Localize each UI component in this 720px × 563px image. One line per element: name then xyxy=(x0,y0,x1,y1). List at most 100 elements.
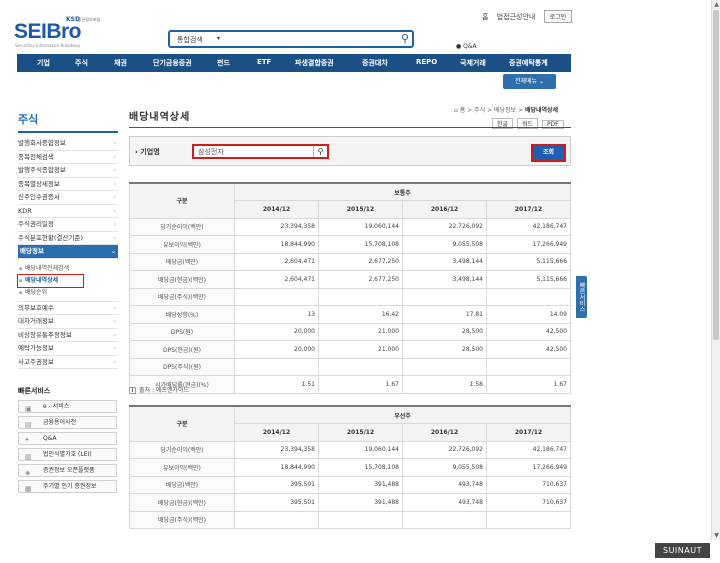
gnb-item-etf[interactable]: ETF xyxy=(257,58,271,66)
lnb-item-label: 비상장유통추정정보 xyxy=(18,330,72,339)
year-header: 2014/12 xyxy=(234,423,319,442)
accessibility-link[interactable]: 법접근성안내 xyxy=(497,13,536,21)
table-cell: 16.42 xyxy=(318,305,403,324)
row-label: DPS(주식)(원) xyxy=(129,357,235,376)
lnb-item-dividend[interactable]: 배당정보 ⌄ xyxy=(18,245,118,259)
lnb-item[interactable]: 발행회사종합정보 › xyxy=(18,137,118,151)
scrollbar-thumb[interactable] xyxy=(713,10,719,340)
table-cell xyxy=(486,357,571,376)
lnb-item[interactable]: 예탁가능정보 › xyxy=(18,342,118,356)
lnb-subitem[interactable]: 배당순위 xyxy=(18,287,118,299)
table-cell: 13 xyxy=(234,305,319,324)
row-label: 유보이익(백만) xyxy=(129,235,235,254)
gnb-item-lending[interactable]: 증권대차 xyxy=(362,58,388,68)
home-icon[interactable]: ⌂ xyxy=(454,107,458,114)
all-menu-button[interactable]: 전체메뉴 ⌄ xyxy=(503,74,556,89)
scroll-up-icon[interactable]: ▲ xyxy=(712,0,720,9)
chevron-right-icon: › xyxy=(113,140,116,147)
lnb-item[interactable]: 종목전체검색 › xyxy=(18,151,118,164)
gnb-item-statistics[interactable]: 증권예탁통계 xyxy=(509,58,548,68)
quick-popular-button[interactable]: ▦ 주기별 인기 증권정보 xyxy=(18,480,117,493)
chevron-down-icon[interactable]: ▾ xyxy=(217,35,220,42)
table-cell: 20,000 xyxy=(234,322,319,341)
breadcrumb-home[interactable]: 홈 xyxy=(460,107,466,114)
table-cell: 19,060,144 xyxy=(318,217,403,236)
table-cell xyxy=(402,287,487,306)
table-row: 당기순이익(백만) 23,394,358 19,060,144 22,726,092 4… xyxy=(129,440,571,459)
table-cell: 2,677,250 xyxy=(318,270,403,289)
breadcrumb-dividend[interactable]: 배당정보 xyxy=(494,107,516,114)
quick-glossary-button[interactable]: ▤ 금융용어사전 xyxy=(18,416,117,429)
year-header: 2016/12 xyxy=(402,423,487,442)
quick-eservice-button[interactable]: ▣ e - 서비스 xyxy=(18,400,117,413)
quick-service-side-tab[interactable]: 빠른서비스 xyxy=(576,276,587,318)
table-cell xyxy=(402,510,487,529)
year-header: 2017/12 xyxy=(486,423,571,442)
table-cell: 14.09 xyxy=(486,305,571,324)
table-cell: 42,500 xyxy=(486,340,571,359)
quick-lei-button[interactable]: ▥ 법인식별기호 (LEI) xyxy=(18,448,117,461)
chevron-right-icon: › xyxy=(113,180,116,188)
lnb-item[interactable]: KDR › xyxy=(18,205,118,218)
quick-qna-button[interactable]: ❝ Q&A xyxy=(18,432,117,445)
table-cell xyxy=(234,510,319,529)
search-icon[interactable]: ⚲ xyxy=(401,32,409,45)
company-search-box: › 기업명 삼성전자 ⚲ 조회 xyxy=(129,136,571,166)
home-link[interactable]: 홈 xyxy=(482,13,488,21)
gnb-item-bond[interactable]: 채권 xyxy=(114,58,127,68)
lnb-item[interactable]: 종목별상세정보 › xyxy=(18,178,118,191)
seibro-logo[interactable]: SEIBro KSD 증권정보포털 Securities Information… xyxy=(14,14,104,48)
quick-label: 주기별 인기 증권정보 xyxy=(43,483,97,490)
lnb-subitem[interactable]: 배당내역전체검색 xyxy=(18,263,118,275)
company-name-input[interactable]: 삼성전자 ⚲ xyxy=(192,144,329,159)
qna-link[interactable]: ● Q&A xyxy=(456,43,477,50)
search-category[interactable]: 통합검색 xyxy=(177,35,203,45)
table-cell: 20,000 xyxy=(234,340,319,359)
gnb-item-stock[interactable]: 주식 xyxy=(75,58,88,68)
table-cell: 391,488 xyxy=(318,475,403,494)
lnb-subitem-selected[interactable]: 배당내역상세 xyxy=(17,273,84,288)
gnb-item-derivatives[interactable]: 파생결합증권 xyxy=(295,58,334,68)
qna-label: Q&A xyxy=(463,43,477,50)
captech-icon: ◈ xyxy=(25,469,31,477)
table-row: 배당성향(%) 13 16.42 17.81 14.09 xyxy=(129,305,571,324)
gnb-item-company[interactable]: 기업 xyxy=(37,58,50,68)
login-button[interactable]: 로그인 xyxy=(543,10,573,23)
quick-openplatform-button[interactable]: ◈ 증권정보 오픈플랫폼 xyxy=(18,464,117,477)
lnb-item[interactable]: 발행주식종합정보 › xyxy=(18,164,118,178)
lei-icon: ▥ xyxy=(25,453,32,461)
gnb-item-short-term[interactable]: 단기금융증권 xyxy=(153,58,192,68)
lnb-item-label: 대차거래정보 xyxy=(18,317,54,325)
lnb-item[interactable]: 비상장유통추정정보 › xyxy=(18,329,118,342)
search-icon[interactable]: ⚲ xyxy=(313,146,327,157)
gnb-item-international[interactable]: 국제거래 xyxy=(460,58,486,68)
chevron-down-icon: ⌄ xyxy=(110,248,116,255)
gnb-item-repo[interactable]: REPO xyxy=(416,58,437,66)
table-row: 배당금(주식)(백만) xyxy=(129,287,571,306)
table-cell xyxy=(402,357,487,376)
chevron-right-icon: › xyxy=(113,207,116,215)
top-links: 홈 법접근성안내 로그인 xyxy=(482,10,578,23)
lnb-item[interactable]: 주식분포현황(결산기준) › xyxy=(18,232,118,245)
lnb-item[interactable]: 사고주권정보 › xyxy=(18,356,118,369)
scroll-down-icon[interactable]: ▼ xyxy=(712,531,720,540)
row-label: 배당금(백만) xyxy=(129,252,235,271)
table-header-row: 구분 우선주 xyxy=(129,405,571,442)
table-cell: 710,637 xyxy=(486,475,571,494)
lnb-item[interactable]: 의무보호예수 › xyxy=(18,302,118,315)
lookup-button[interactable]: 조회 xyxy=(531,144,566,162)
vertical-scrollbar[interactable]: ▲ ▼ xyxy=(711,0,720,540)
table-cell: 5,115,666 xyxy=(486,252,571,271)
gnb-item-fund[interactable]: 펀드 xyxy=(217,58,230,68)
common-stock-table: 구분 보통주 2014/12 2015/12 2016/12 2017/12 당… xyxy=(129,182,571,394)
lnb-item-label: 신주인수권증서 xyxy=(18,193,60,201)
lnb-divider xyxy=(18,131,118,133)
lnb-item[interactable]: 대차거래정보 › xyxy=(18,315,118,329)
lnb-item[interactable]: 신주인수권증서 › xyxy=(18,191,118,205)
lnb-item[interactable]: 주식권리일정 › xyxy=(18,218,118,232)
breadcrumb-stock[interactable]: 주식 xyxy=(474,107,485,114)
table-row: 배당금(백만) 2,604,471 2,677,250 3,498,144 5,115,… xyxy=(129,252,571,271)
quick-label: 법인식별기호 (LEI) xyxy=(43,451,92,458)
chevron-right-icon: › xyxy=(113,153,116,161)
global-search-box[interactable]: 통합검색 ▾ ⚲ xyxy=(168,30,414,48)
